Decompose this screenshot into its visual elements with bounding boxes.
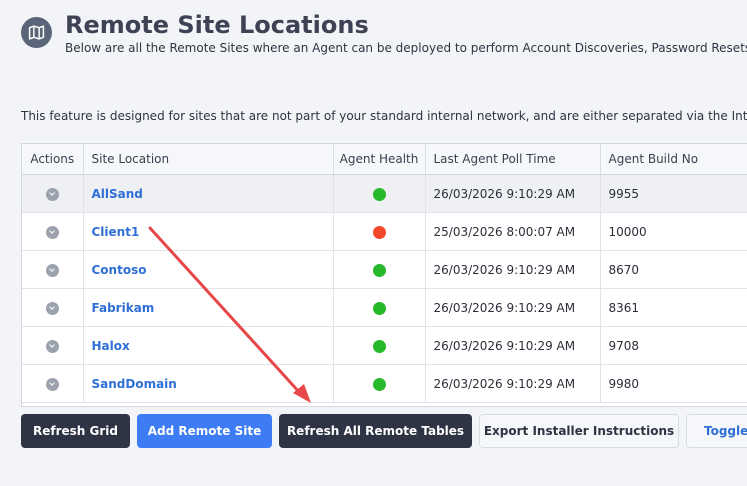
row-actions-cell bbox=[22, 364, 84, 403]
chevron-down-icon[interactable] bbox=[45, 263, 59, 277]
row-actions-cell bbox=[22, 174, 84, 213]
map-icon bbox=[21, 17, 52, 48]
chevron-down-icon[interactable] bbox=[45, 225, 59, 239]
agent-build-cell: 8670 bbox=[600, 250, 747, 289]
site-location-link[interactable]: SandDomain bbox=[92, 377, 177, 391]
agent-health-cell bbox=[333, 250, 426, 289]
site-location-link[interactable]: AllSand bbox=[92, 187, 143, 201]
site-location-cell: Fabrikam bbox=[83, 288, 334, 327]
agent-health-cell bbox=[333, 174, 426, 213]
chevron-down-icon[interactable] bbox=[45, 301, 59, 315]
column-header-last-poll[interactable]: Last Agent Poll Time bbox=[425, 144, 601, 175]
table-row[interactable]: Fabrikam 26/03/2026 9:10:29 AM 8361 bbox=[22, 288, 747, 327]
site-location-cell: Client1 bbox=[83, 212, 334, 251]
table-header-row: Actions Site Location Agent Health Last … bbox=[22, 144, 747, 175]
site-location-cell: AllSand bbox=[83, 174, 334, 213]
page-subtitle: Below are all the Remote Sites where an … bbox=[65, 41, 747, 55]
site-location-link[interactable]: Halox bbox=[92, 339, 130, 353]
agent-health-green-icon bbox=[372, 377, 386, 391]
last-poll-time-cell: 25/03/2026 8:00:07 AM bbox=[425, 212, 601, 251]
site-location-link[interactable]: Fabrikam bbox=[92, 301, 155, 315]
last-poll-time-cell: 26/03/2026 9:10:29 AM bbox=[425, 288, 601, 327]
site-location-cell: Contoso bbox=[83, 250, 334, 289]
column-header-site-location[interactable]: Site Location bbox=[83, 144, 334, 175]
toggle-button[interactable]: Toggle bbox=[686, 414, 747, 448]
agent-build-cell: 8361 bbox=[600, 288, 747, 327]
agent-build-cell: 10000 bbox=[600, 212, 747, 251]
row-actions-cell bbox=[22, 250, 84, 289]
feature-note: This feature is designed for sites that … bbox=[21, 109, 747, 123]
agent-health-green-icon bbox=[372, 263, 386, 277]
refresh-grid-button[interactable]: Refresh Grid bbox=[21, 414, 130, 448]
agent-health-red-icon bbox=[372, 225, 386, 239]
last-poll-time-cell: 26/03/2026 9:10:29 AM bbox=[425, 326, 601, 365]
last-poll-time-cell: 26/03/2026 9:10:29 AM bbox=[425, 364, 601, 403]
agent-health-cell bbox=[333, 212, 426, 251]
table-row[interactable]: Client1 25/03/2026 8:00:07 AM 10000 bbox=[22, 212, 747, 251]
agent-build-cell: 9708 bbox=[600, 326, 747, 365]
chevron-down-icon[interactable] bbox=[45, 187, 59, 201]
agent-health-green-icon bbox=[372, 301, 386, 315]
chevron-down-icon[interactable] bbox=[45, 339, 59, 353]
site-location-cell: Halox bbox=[83, 326, 334, 365]
agent-health-green-icon bbox=[372, 339, 386, 353]
row-actions-cell bbox=[22, 326, 84, 365]
remote-sites-grid: Actions Site Location Agent Health Last … bbox=[21, 143, 747, 407]
agent-health-cell bbox=[333, 288, 426, 327]
remote-sites-table: Actions Site Location Agent Health Last … bbox=[22, 144, 747, 403]
row-actions-cell bbox=[22, 288, 84, 327]
table-row[interactable]: SandDomain 26/03/2026 9:10:29 AM 9980 bbox=[22, 364, 747, 403]
last-poll-time-cell: 26/03/2026 9:10:29 AM bbox=[425, 174, 601, 213]
refresh-all-remote-tables-button[interactable]: Refresh All Remote Tables bbox=[279, 414, 472, 448]
agent-health-cell bbox=[333, 326, 426, 365]
page-title: Remote Site Locations bbox=[65, 11, 369, 39]
site-location-link[interactable]: Client1 bbox=[92, 225, 140, 239]
site-location-cell: SandDomain bbox=[83, 364, 334, 403]
last-poll-time-cell: 26/03/2026 9:10:29 AM bbox=[425, 250, 601, 289]
agent-build-cell: 9980 bbox=[600, 364, 747, 403]
table-row[interactable]: Halox 26/03/2026 9:10:29 AM 9708 bbox=[22, 326, 747, 365]
agent-health-cell bbox=[333, 364, 426, 403]
column-header-build-no[interactable]: Agent Build No bbox=[600, 144, 747, 175]
add-remote-site-button[interactable]: Add Remote Site bbox=[137, 414, 272, 448]
row-actions-cell bbox=[22, 212, 84, 251]
table-row[interactable]: Contoso 26/03/2026 9:10:29 AM 8670 bbox=[22, 250, 747, 289]
column-header-agent-health[interactable]: Agent Health bbox=[333, 144, 426, 175]
export-installer-instructions-button[interactable]: Export Installer Instructions bbox=[479, 414, 679, 448]
agent-health-green-icon bbox=[372, 187, 386, 201]
site-location-link[interactable]: Contoso bbox=[92, 263, 147, 277]
chevron-down-icon[interactable] bbox=[45, 377, 59, 391]
column-header-actions[interactable]: Actions bbox=[22, 144, 84, 175]
agent-build-cell: 9955 bbox=[600, 174, 747, 213]
table-row[interactable]: AllSand 26/03/2026 9:10:29 AM 9955 bbox=[22, 174, 747, 213]
